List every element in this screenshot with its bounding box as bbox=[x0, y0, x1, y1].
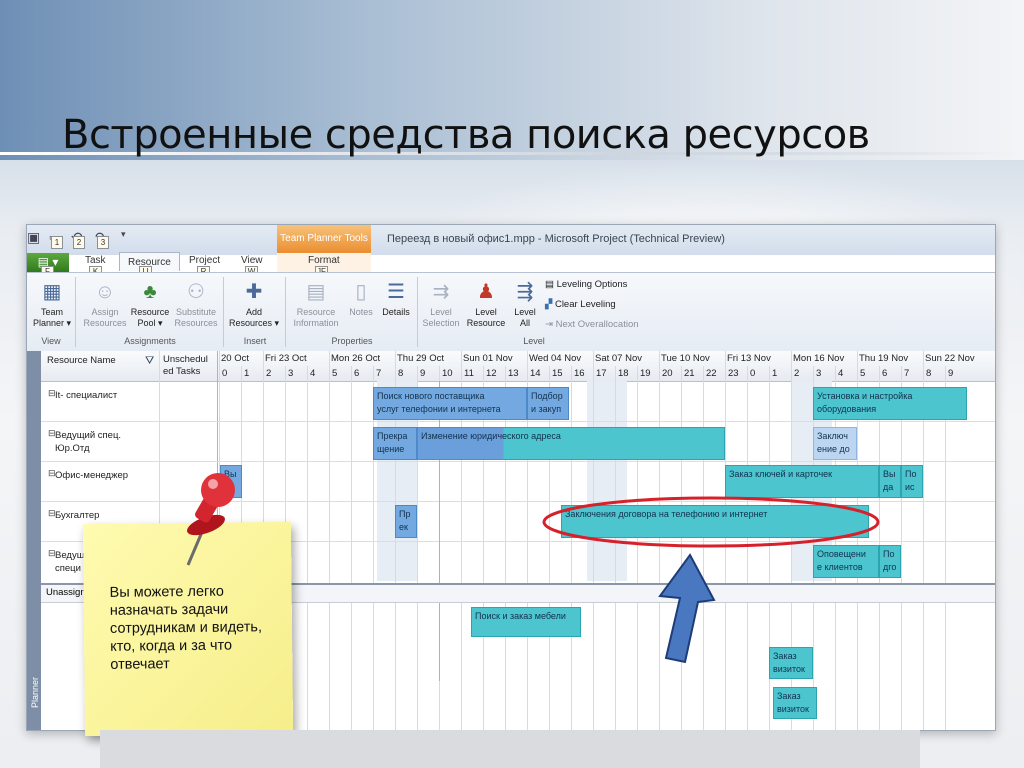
pushpin-icon bbox=[186, 473, 235, 566]
pointer-arrow bbox=[658, 553, 716, 664]
sticky-note-text: Вы можете легко назначать задачи сотрудн… bbox=[109, 583, 263, 673]
slide-shadow-strip bbox=[100, 730, 920, 768]
highlight-ellipse bbox=[542, 496, 880, 548]
arrow-shape bbox=[658, 553, 716, 664]
